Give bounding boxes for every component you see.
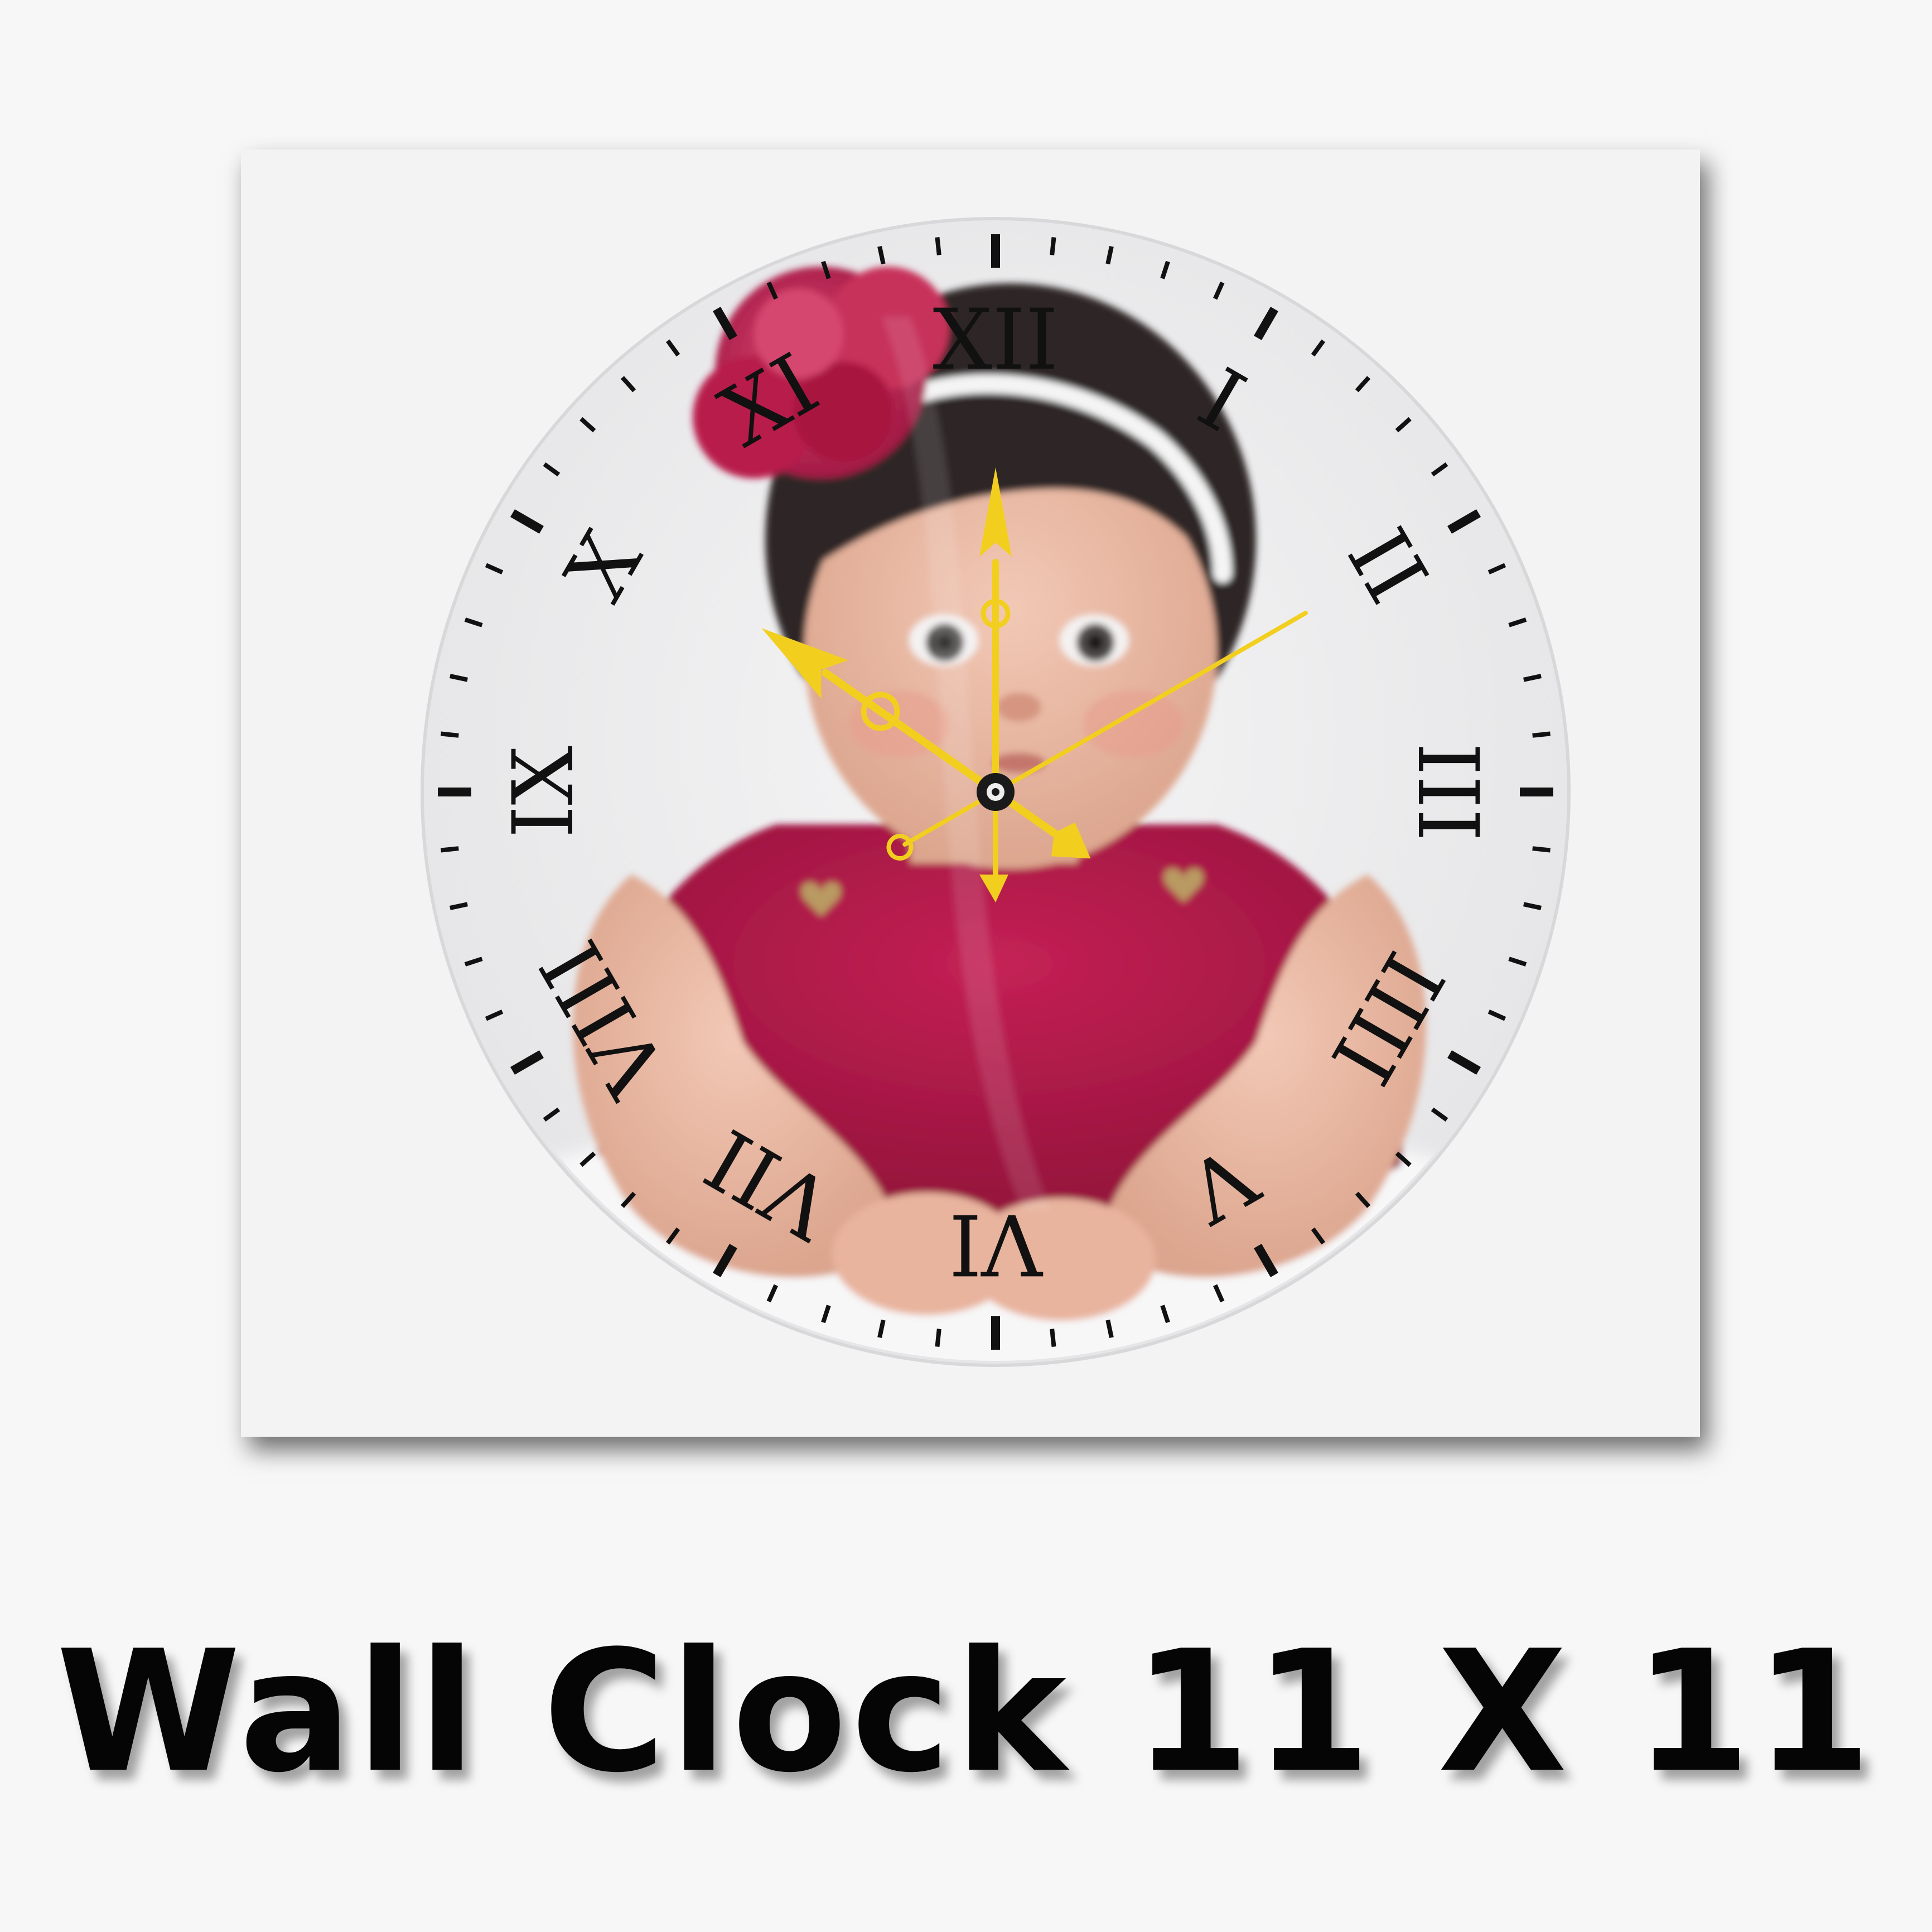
numeral-3: III bbox=[1399, 742, 1496, 842]
minute-tick bbox=[935, 1329, 941, 1347]
minute-tick bbox=[1050, 1329, 1056, 1347]
numeral-6: VI bbox=[949, 1195, 1044, 1292]
minute-tick bbox=[441, 731, 459, 738]
wall-clock: XIIIIIIIIIIIIVVIVIIVIIIIXXXI bbox=[421, 217, 1571, 1367]
minute-tick bbox=[1532, 846, 1551, 853]
numeral-12: XII bbox=[933, 292, 1058, 389]
minute-tick bbox=[935, 237, 941, 255]
product-caption: Wall Clock 11 X 11 bbox=[56, 1615, 1876, 1809]
minute-tick bbox=[441, 846, 459, 853]
minute-tick bbox=[1050, 237, 1056, 255]
minute-tick bbox=[1532, 731, 1551, 738]
product-card: XII I II III IIII V VI VII VIII IX X XI bbox=[241, 149, 1700, 1437]
numeral-9: IX bbox=[495, 746, 592, 838]
